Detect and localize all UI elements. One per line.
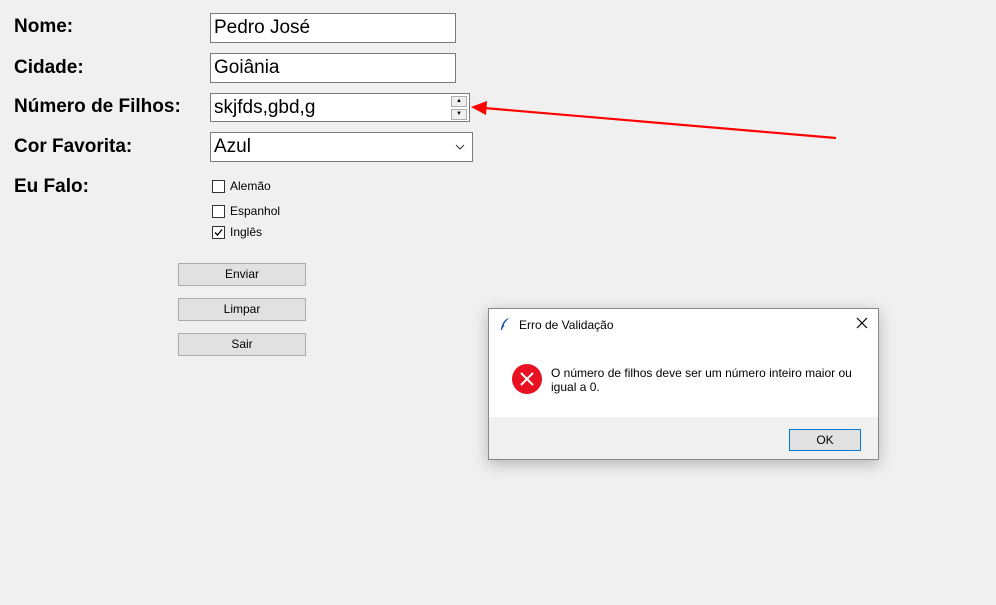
feather-icon — [500, 318, 509, 331]
error-dialog: Erro de Validação O número de filhos dev… — [488, 308, 879, 460]
dialog-title: Erro de Validação — [519, 318, 614, 332]
annotation-arrow-icon — [471, 101, 837, 140]
dialog-footer: OK — [489, 417, 878, 459]
error-icon — [512, 364, 542, 394]
dialog-message: O número de filhos deve ser um número in… — [551, 366, 852, 394]
ok-button[interactable]: OK — [789, 429, 861, 451]
close-icon[interactable] — [852, 313, 872, 333]
